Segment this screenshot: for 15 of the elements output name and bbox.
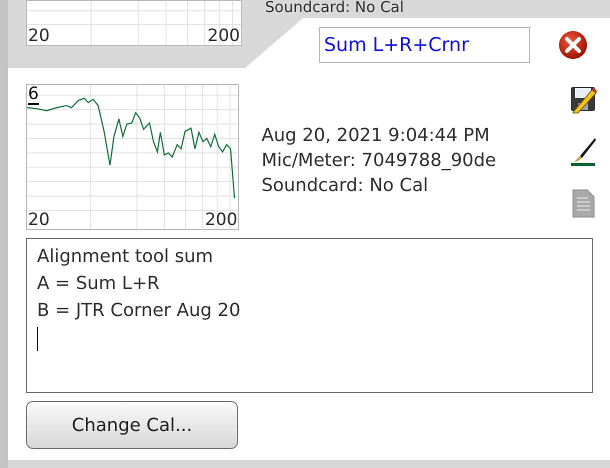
brush-icon[interactable] xyxy=(568,136,598,166)
notes-field[interactable]: Alignment tool sum A = Sum L+R B = JTR Corner Aug 20 xyxy=(26,238,593,393)
name-field[interactable]: Sum L+R+Crnr xyxy=(319,27,530,63)
axis-label: 200 xyxy=(204,212,238,229)
floppy-pencil-icon[interactable] xyxy=(568,84,598,114)
change-cal-button[interactable]: Change Cal... xyxy=(26,401,238,449)
info-text: Mic/Meter: 7049788_90de xyxy=(261,150,498,170)
info-text: Soundcard: No Cal xyxy=(261,174,430,196)
soundcard-label: Soundcard: No Cal xyxy=(265,0,404,15)
info-text: Aug 20, 2021 9:04:44 PM xyxy=(261,124,491,146)
axis-label: 6 xyxy=(28,86,39,105)
axis-label: 20 xyxy=(28,212,50,229)
axis-label: 200 xyxy=(208,28,240,45)
close-icon[interactable] xyxy=(558,30,588,60)
axis-label: 20 xyxy=(28,28,50,45)
